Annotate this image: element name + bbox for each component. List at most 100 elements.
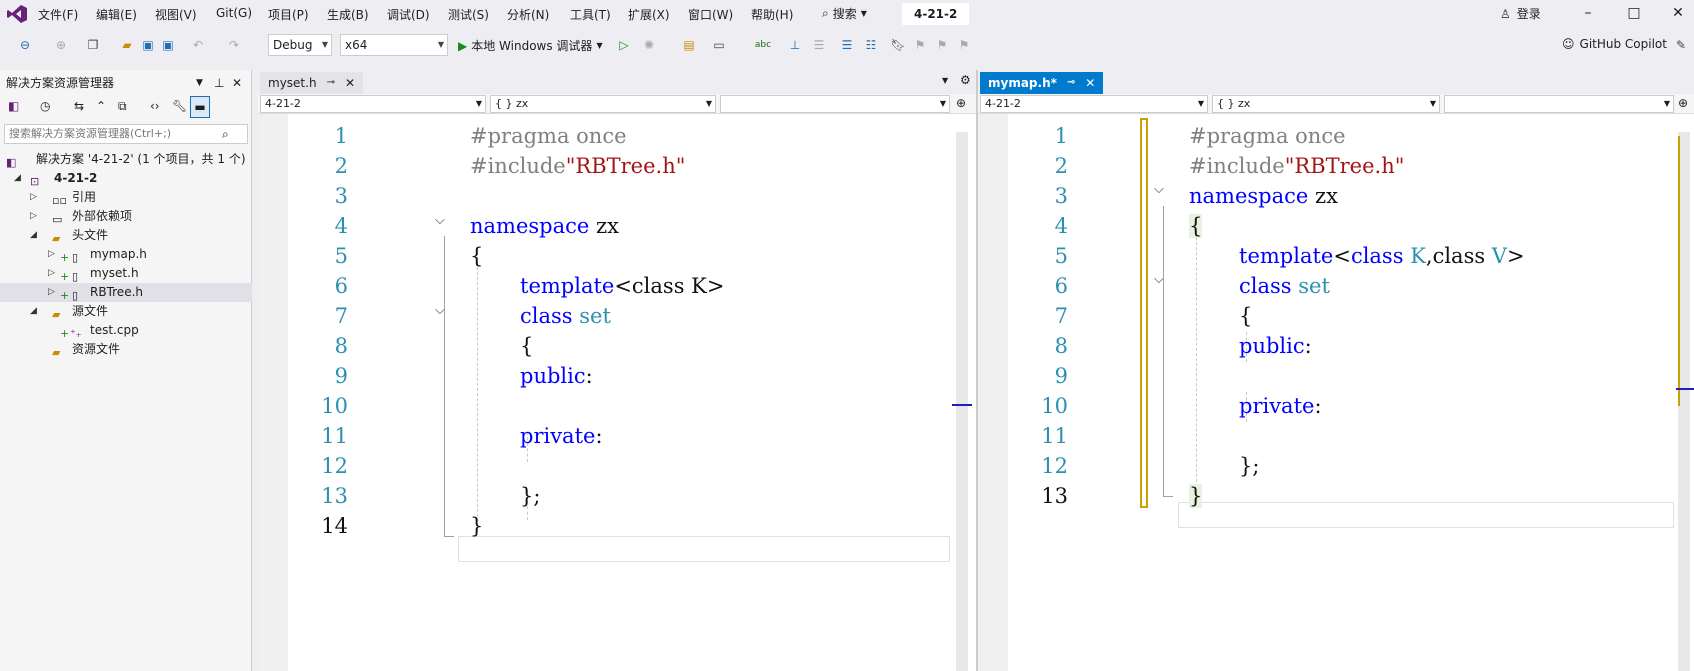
tree-item-project[interactable]: ◢ ⊡ 4-21-2 (0, 169, 252, 188)
expand-arrow-icon[interactable]: ◢ (30, 226, 37, 245)
login-button[interactable]: ♙ 登录 (1500, 5, 1541, 22)
code-token: ,class (1425, 244, 1492, 268)
member-scope-select[interactable]: ▼ (720, 95, 950, 113)
preview-icon[interactable]: ▬ (190, 96, 210, 118)
comment-icon[interactable]: ☰ (838, 36, 856, 54)
menu-edit[interactable]: 编辑(E) (96, 6, 137, 23)
project-scope-select[interactable]: 4-21-2 ▼ (260, 95, 486, 113)
tree-item-resource-files[interactable]: ▰ 资源文件 (0, 340, 252, 359)
show-all-files-icon[interactable]: ⧉ (118, 99, 127, 114)
gear-icon[interactable]: ⚙ (960, 73, 971, 87)
collapse-arrow-icon[interactable]: ▷ (48, 245, 55, 264)
collapse-all-icon[interactable]: ⌃ (96, 99, 106, 113)
pin-icon[interactable]: ⊸ (327, 72, 335, 94)
tree-item-source-files[interactable]: ◢ ▰ 源文件 (0, 302, 252, 321)
sync-icon[interactable]: ⇆ (74, 99, 84, 113)
collapse-arrow-icon[interactable]: ▷ (30, 188, 37, 207)
configuration-select[interactable]: Debug ▼ (268, 34, 332, 56)
redo-icon[interactable]: ↷ (226, 36, 242, 54)
project-scope-select[interactable]: 4-21-2 ▼ (980, 95, 1208, 113)
solution-search-input[interactable]: 搜索解决方案资源管理器(Ctrl+;) (4, 124, 248, 144)
feedback-icon[interactable]: ✎ (1672, 36, 1690, 54)
collapse-arrow-icon[interactable]: ▷ (48, 283, 55, 302)
tree-item-rbtree[interactable]: ▷ + ▯ RBTree.h (0, 283, 252, 302)
menu-help[interactable]: 帮助(H) (751, 6, 793, 23)
prev-bookmark-icon[interactable]: ⚑ (912, 36, 928, 54)
menu-window[interactable]: 窗口(W) (688, 6, 733, 23)
layout-icon[interactable]: ▭ (710, 36, 728, 54)
tree-item-solution[interactable]: ◧ 解决方案 '4-21-2' (1 个项目，共 1 个) (0, 150, 252, 169)
split-icon[interactable]: ⊕ (956, 96, 966, 110)
menu-project[interactable]: 项目(P) (268, 6, 309, 23)
split-icon[interactable]: ⊕ (1678, 96, 1688, 110)
switch-views-icon[interactable]: ◧ (8, 99, 19, 113)
chevron-down-icon[interactable]: ▼ (942, 76, 948, 85)
menu-tools[interactable]: 工具(T) (570, 6, 611, 23)
uncomment-icon[interactable]: ☷ (862, 36, 880, 54)
collapse-arrow-icon[interactable]: ▷ (48, 264, 55, 283)
member-scope-select[interactable]: ▼ (1444, 95, 1674, 113)
bookmark-icon[interactable]: 🔖︎ (890, 36, 906, 54)
open-folder-icon[interactable]: ▰ (118, 36, 136, 54)
menu-analyze[interactable]: 分析(N) (507, 6, 549, 23)
namespace-scope-select[interactable]: { } zx ▼ (490, 95, 716, 113)
github-copilot-button[interactable]: ☺ GitHub Copilot (1562, 37, 1667, 51)
pane-splitter[interactable] (976, 70, 978, 671)
code-token: namespace (1189, 184, 1309, 208)
collapse-arrow-icon[interactable]: ▷ (30, 207, 37, 226)
code-area-left[interactable]: #pragma once #include"RBTree.h" namespac… (470, 114, 950, 671)
spell-check-icon[interactable]: abc (754, 36, 772, 54)
search-button[interactable]: ⌕ 搜索 ▼ (822, 5, 867, 22)
tree-item-test-cpp[interactable]: + ⁺₊ test.cpp (0, 321, 252, 340)
properties-icon[interactable]: 🔧︎ (172, 99, 187, 113)
start-debugging-button[interactable]: ▶ 本地 Windows 调试器 ▼ (458, 37, 603, 54)
back-icon[interactable]: ⊖ (16, 36, 34, 54)
pending-changes-icon[interactable]: ◷ (40, 99, 50, 113)
pin-icon[interactable]: ⊥ (214, 74, 224, 92)
menu-build[interactable]: 生成(B) (327, 6, 369, 23)
close-tab-icon[interactable]: ✕ (345, 72, 355, 94)
menu-file[interactable]: 文件(F) (38, 6, 78, 23)
maximize-icon[interactable]: □ (1624, 4, 1644, 22)
close-panel-icon[interactable]: ✕ (232, 74, 242, 92)
save-icon[interactable]: ▣ (140, 36, 156, 54)
menu-view[interactable]: 视图(V) (155, 6, 197, 23)
view-code-icon[interactable]: ‹› (150, 99, 160, 113)
tree-item-references[interactable]: ▷ ▫▫ 引用 (0, 188, 252, 207)
namespace-scope-select[interactable]: { } zx ▼ (1212, 95, 1440, 113)
platform-select[interactable]: x64 ▼ (340, 34, 448, 56)
close-window-icon[interactable]: ✕ (1668, 4, 1688, 22)
save-all-icon[interactable]: ▣ (160, 36, 176, 54)
menu-test[interactable]: 测试(S) (448, 6, 489, 23)
browse-folder-icon[interactable]: ▤ (680, 36, 698, 54)
clear-bookmarks-icon[interactable]: ⚑ (956, 36, 972, 54)
menu-debug[interactable]: 调试(D) (387, 6, 430, 23)
format-icon[interactable]: ☰ (810, 36, 828, 54)
close-tab-icon[interactable]: ✕ (1085, 72, 1095, 94)
menu-git[interactable]: Git(G) (216, 6, 252, 20)
vertical-scrollbar[interactable] (956, 132, 968, 671)
pin-icon[interactable]: ⊸ (1067, 72, 1075, 94)
tree-item-external-deps[interactable]: ▷ ▭ 外部依赖项 (0, 207, 252, 226)
collapse-outline-icon[interactable]: ⌵ (435, 213, 445, 228)
start-without-debugging-icon[interactable]: ▷ (616, 36, 632, 54)
minimize-icon[interactable]: – (1578, 4, 1598, 22)
hot-reload-icon[interactable]: ✺ (640, 36, 658, 54)
tree-item-mymap[interactable]: ▷ + ▯ mymap.h (0, 245, 252, 264)
expand-arrow-icon[interactable]: ◢ (30, 302, 37, 321)
next-bookmark-icon[interactable]: ⚑ (934, 36, 950, 54)
menu-extensions[interactable]: 扩展(X) (628, 6, 670, 23)
tab-mymap[interactable]: mymap.h* ⊸ ✕ (980, 72, 1104, 94)
tree-item-myset[interactable]: ▷ + ▯ myset.h (0, 264, 252, 283)
code-area-right[interactable]: #pragma once #include"RBTree.h" namespac… (1189, 114, 1669, 671)
undo-icon[interactable]: ↶ (190, 36, 206, 54)
visual-studio-logo-icon[interactable] (6, 4, 28, 24)
new-project-icon[interactable]: ❐ (84, 36, 102, 54)
step-icon[interactable]: ⊥ (786, 36, 804, 54)
chevron-down-icon[interactable]: ▼ (196, 74, 203, 92)
tab-myset[interactable]: myset.h ⊸ ✕ (260, 72, 364, 94)
expand-arrow-icon[interactable]: ◢ (14, 169, 21, 188)
forward-icon[interactable]: ⊕ (54, 36, 68, 54)
collapse-outline-icon[interactable]: ⌵ (1154, 182, 1164, 197)
tree-item-header-files[interactable]: ◢ ▰ 头文件 (0, 226, 252, 245)
